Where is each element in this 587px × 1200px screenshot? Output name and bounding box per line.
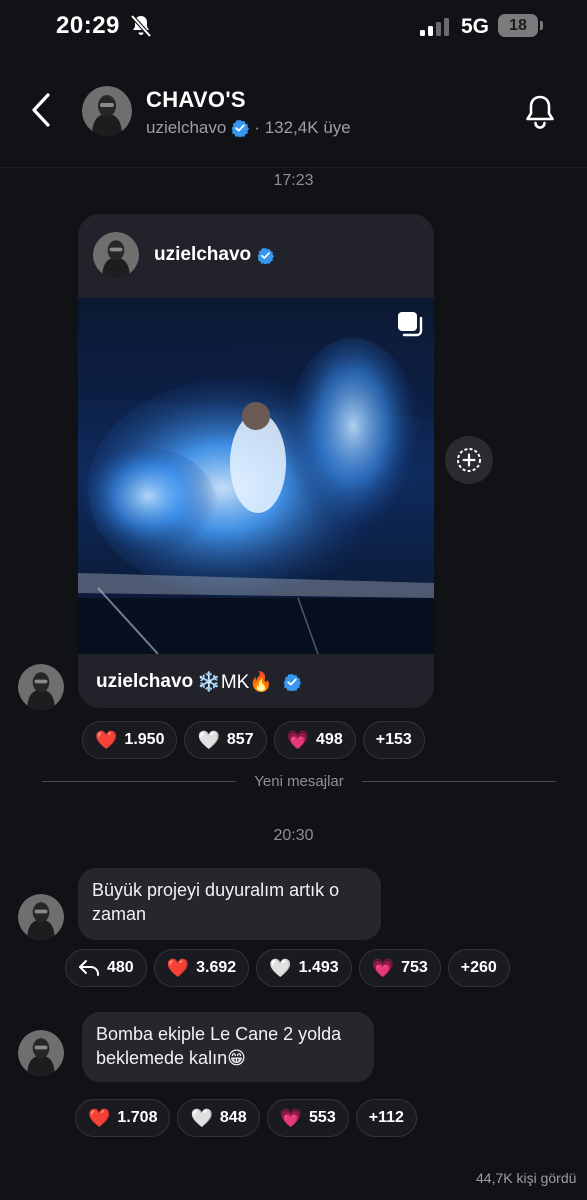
bell-off-icon	[130, 14, 152, 38]
channel-subtitle: uzielchavo · 132,4K üye	[146, 118, 351, 138]
caption-text: ❄️MK🔥	[197, 672, 273, 693]
avatar-hooded-figure-icon	[18, 894, 64, 940]
pink-heart-icon: 💗	[371, 958, 395, 978]
reaction-heart-red[interactable]: ❤️ 1.950	[82, 721, 178, 759]
reaction-count: 553	[309, 1109, 336, 1126]
white-heart-icon: 🤍	[197, 730, 220, 750]
status-time: 20:29	[56, 12, 120, 39]
channel-handle: uzielchavo	[146, 118, 227, 137]
reaction-heart-pink[interactable]: 💗 553	[266, 1099, 349, 1137]
reaction-count: 848	[219, 1109, 247, 1126]
avatar-hooded-figure-icon	[93, 232, 139, 278]
reaction-more[interactable]: +260	[447, 949, 510, 987]
avatar-hooded-figure-icon	[82, 86, 132, 136]
avatar-hooded-figure-icon	[18, 664, 64, 710]
reaction-heart-red[interactable]: ❤️ 1.708	[75, 1099, 171, 1137]
post-reactions: ❤️ 1.950 🤍 857 💗 498 +153	[82, 721, 425, 759]
reply-count: 480	[107, 959, 134, 976]
reaction-heart-pink[interactable]: 💗 498	[273, 721, 356, 759]
message-reactions: 480 ❤️ 3.692 🤍 1.493 💗 753 +260	[65, 949, 510, 987]
shared-post-card[interactable]: uzielchavo uzielchavo ❄️MK🔥	[78, 214, 434, 708]
new-messages-divider: Yeni mesajlar	[42, 770, 556, 794]
reaction-more[interactable]: +112	[355, 1099, 417, 1137]
caption-username: uzielchavo	[96, 671, 194, 692]
red-heart-icon: ❤️	[166, 958, 190, 978]
reaction-heart-pink[interactable]: 💗 753	[358, 949, 441, 987]
channel-header: CHAVO'S uzielchavo · 132,4K üye	[0, 56, 587, 168]
reaction-more-count: +153	[375, 731, 412, 748]
reaction-count: 1.493	[298, 959, 339, 976]
back-button[interactable]	[24, 90, 60, 130]
verified-badge-icon	[257, 247, 275, 264]
battery-icon: 18	[498, 14, 538, 37]
signal-icon	[420, 18, 449, 36]
post-author-name: uzielchavo	[154, 244, 252, 265]
sender-avatar[interactable]	[18, 664, 64, 710]
battery-nub	[540, 21, 543, 30]
member-count: · 132,4K üye	[254, 118, 351, 137]
reaction-heart-red[interactable]: ❤️ 3.692	[153, 949, 250, 987]
white-heart-icon: 🤍	[190, 1108, 213, 1128]
pink-heart-icon: 💗	[279, 1108, 303, 1128]
reaction-count: 498	[316, 731, 343, 748]
red-heart-icon: ❤️	[88, 1108, 111, 1128]
seen-by-count: 44,7K kişi gördü	[476, 1170, 577, 1186]
reaction-count: 3.692	[196, 959, 237, 976]
reaction-heart-white[interactable]: 🤍 1.493	[256, 949, 352, 987]
post-author-username[interactable]: uzielchavo	[154, 244, 275, 266]
time-separator: 20:30	[273, 827, 314, 844]
pink-heart-icon: 💗	[286, 730, 310, 750]
post-author-avatar[interactable]	[93, 232, 139, 278]
post-caption: uzielchavo ❄️MK🔥	[96, 670, 301, 694]
channel-name: CHAVO'S	[146, 87, 246, 112]
red-heart-icon: ❤️	[95, 730, 118, 750]
reaction-more[interactable]: +153	[362, 721, 425, 759]
reaction-count: 1.950	[124, 731, 165, 748]
divider-line-right	[362, 781, 556, 782]
post-image[interactable]	[78, 298, 434, 654]
message-bubble[interactable]: Bomba ekiple Le Cane 2 yolda beklemede k…	[82, 1012, 374, 1082]
sender-avatar[interactable]	[18, 1030, 64, 1076]
reply-count-button[interactable]: 480	[65, 949, 147, 987]
reaction-heart-white[interactable]: 🤍 857	[184, 721, 267, 759]
time-separator: 17:23	[273, 172, 314, 189]
verified-badge-icon	[283, 673, 301, 691]
status-bar: 20:29 5G 18	[0, 0, 587, 56]
reaction-heart-white[interactable]: 🤍 848	[177, 1099, 260, 1137]
white-heart-icon: 🤍	[269, 958, 292, 978]
bell-icon[interactable]	[522, 92, 558, 132]
reaction-count: 753	[401, 959, 428, 976]
message-reactions: ❤️ 1.708 🤍 848 💗 553 +112	[75, 1099, 417, 1137]
network-type: 5G	[461, 15, 490, 38]
reaction-more-count: +112	[368, 1109, 404, 1126]
reply-arrow-icon	[79, 960, 99, 976]
reaction-more-count: +260	[460, 959, 497, 976]
add-reaction-button[interactable]	[445, 436, 493, 484]
verified-badge-icon	[232, 119, 250, 137]
reaction-count: 857	[226, 731, 254, 748]
sender-avatar[interactable]	[18, 894, 64, 940]
message-bubble[interactable]: Büyük projeyi duyuralım artık o zaman	[78, 868, 381, 940]
carousel-icon	[398, 312, 423, 337]
reaction-count: 1.708	[117, 1109, 158, 1126]
channel-avatar[interactable]	[82, 86, 132, 136]
avatar-hooded-figure-icon	[18, 1030, 64, 1076]
